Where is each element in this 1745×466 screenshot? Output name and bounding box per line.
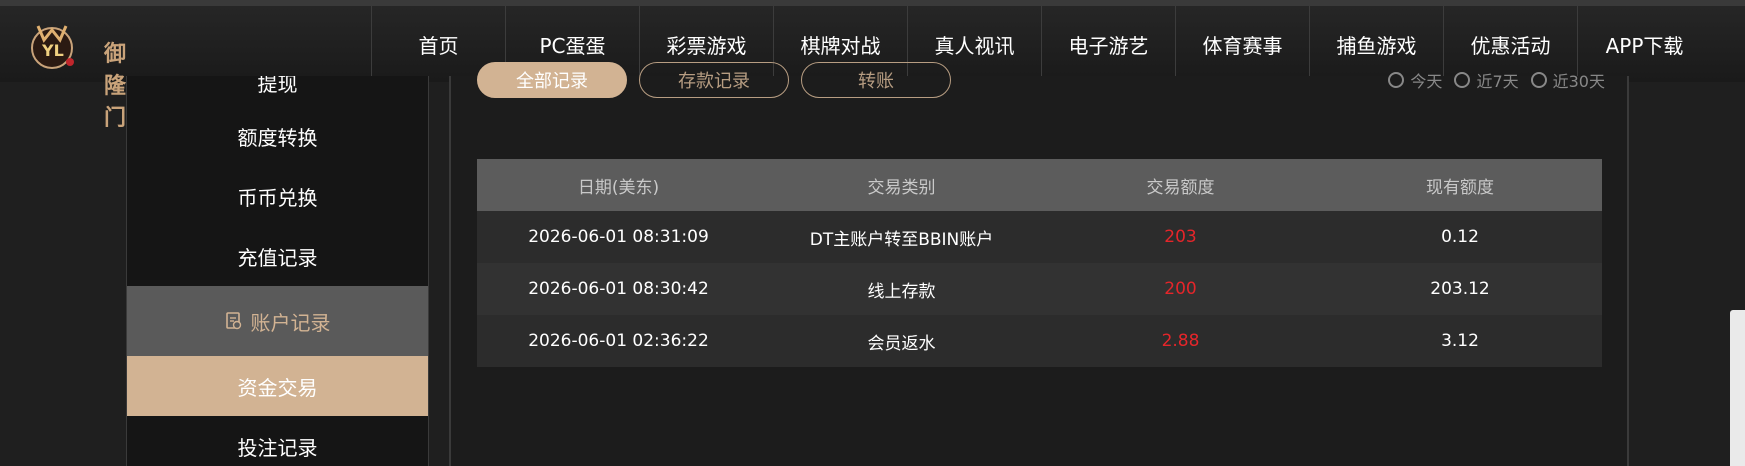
- cell-type: 会员返水: [867, 333, 936, 354]
- logo-emblem-icon: YL: [31, 25, 74, 69]
- range-30days[interactable]: 近30天: [1530, 68, 1605, 92]
- sidebar-item-label: 投注记录: [237, 435, 318, 460]
- table-row: 2026-06-01 02:36:22 会员返水 2.88 3.12: [477, 315, 1602, 367]
- cell-date: 2026-06-01 02:36:22: [528, 331, 709, 351]
- sidebar-item-label: 资金交易: [237, 375, 318, 400]
- range-today[interactable]: 今天: [1388, 68, 1442, 92]
- tab-all-records[interactable]: 全部记录: [477, 62, 627, 98]
- sidebar-item-label: 额度转换: [237, 125, 318, 150]
- cell-date: 2026-06-01 08:31:09: [528, 227, 709, 247]
- sidebar-item-fund-transactions[interactable]: 资金交易: [127, 356, 428, 416]
- table-header: 日期(美东) 交易类别 交易额度 现有额度: [477, 159, 1602, 211]
- cell-type: 线上存款: [867, 281, 936, 302]
- sidebar-item-label: 提现: [257, 76, 298, 96]
- radio-icon: [1454, 72, 1471, 88]
- table-row: 2026-06-01 08:31:09 DT主账户转至BBIN账户 203 0.…: [477, 211, 1602, 263]
- sidebar-item-account-records[interactable]: 账户记录: [127, 286, 428, 356]
- nav-electronic-games[interactable]: 电子游艺: [1041, 6, 1175, 82]
- tab-deposit-records[interactable]: 存款记录: [639, 62, 789, 98]
- cell-balance: 3.12: [1441, 331, 1479, 351]
- site-logo[interactable]: YL 御隆门: [26, 18, 146, 131]
- sidebar-item-deposit-records[interactable]: 充值记录: [127, 226, 428, 286]
- cell-date: 2026-06-01 08:30:42: [528, 279, 709, 299]
- range-label: 近30天: [1552, 72, 1605, 91]
- sidebar-item-label: 币币兑换: [237, 185, 318, 210]
- column-header-amount: 交易额度: [1146, 177, 1215, 198]
- range-label: 近7天: [1476, 72, 1519, 91]
- cell-amount: 200: [1164, 279, 1197, 299]
- range-7days[interactable]: 近7天: [1454, 68, 1519, 92]
- column-header-balance: 现有额度: [1426, 177, 1494, 198]
- transactions-table: 日期(美东) 交易类别 交易额度 现有额度 2026-06-01 08:31:0…: [477, 159, 1602, 367]
- record-icon: [225, 312, 241, 330]
- date-range-options: 今天 近7天 近30天: [1388, 68, 1605, 92]
- cell-amount: 203: [1164, 227, 1197, 247]
- cell-balance: 0.12: [1441, 227, 1479, 247]
- sidebar-item-label: 充值记录: [237, 245, 318, 270]
- transactions-panel: 全部记录 存款记录 转账 今天 近7天 近30天 日期(美东) 交易类别 交易额…: [449, 62, 1629, 466]
- cell-balance: 203.12: [1430, 279, 1490, 299]
- cell-type: DT主账户转至BBIN账户: [809, 229, 994, 250]
- table-row: 2026-06-01 08:30:42 线上存款 200 203.12: [477, 263, 1602, 315]
- sidebar-item-label: 账户记录: [250, 310, 331, 335]
- radio-icon: [1388, 72, 1405, 88]
- sidebar-item-credit-transfer[interactable]: 额度转换: [127, 106, 428, 166]
- tab-transfer[interactable]: 转账: [801, 62, 951, 98]
- column-header-date: 日期(美东): [577, 177, 660, 198]
- range-label: 今天: [1410, 72, 1443, 91]
- cell-amount: 2.88: [1161, 331, 1200, 351]
- nav-sports[interactable]: 体育赛事: [1175, 6, 1309, 82]
- account-sidebar: 提现 额度转换 币币兑换 充值记录 账户记录 资金交易 投注记录: [126, 76, 429, 466]
- svg-text:YL: YL: [41, 41, 64, 60]
- sidebar-item-bet-records[interactable]: 投注记录: [127, 416, 428, 466]
- side-float-panel[interactable]: [1730, 310, 1745, 466]
- sidebar-item-coin-exchange[interactable]: 币币兑换: [127, 166, 428, 226]
- radio-icon: [1530, 72, 1547, 88]
- column-header-type: 交易类别: [867, 177, 936, 198]
